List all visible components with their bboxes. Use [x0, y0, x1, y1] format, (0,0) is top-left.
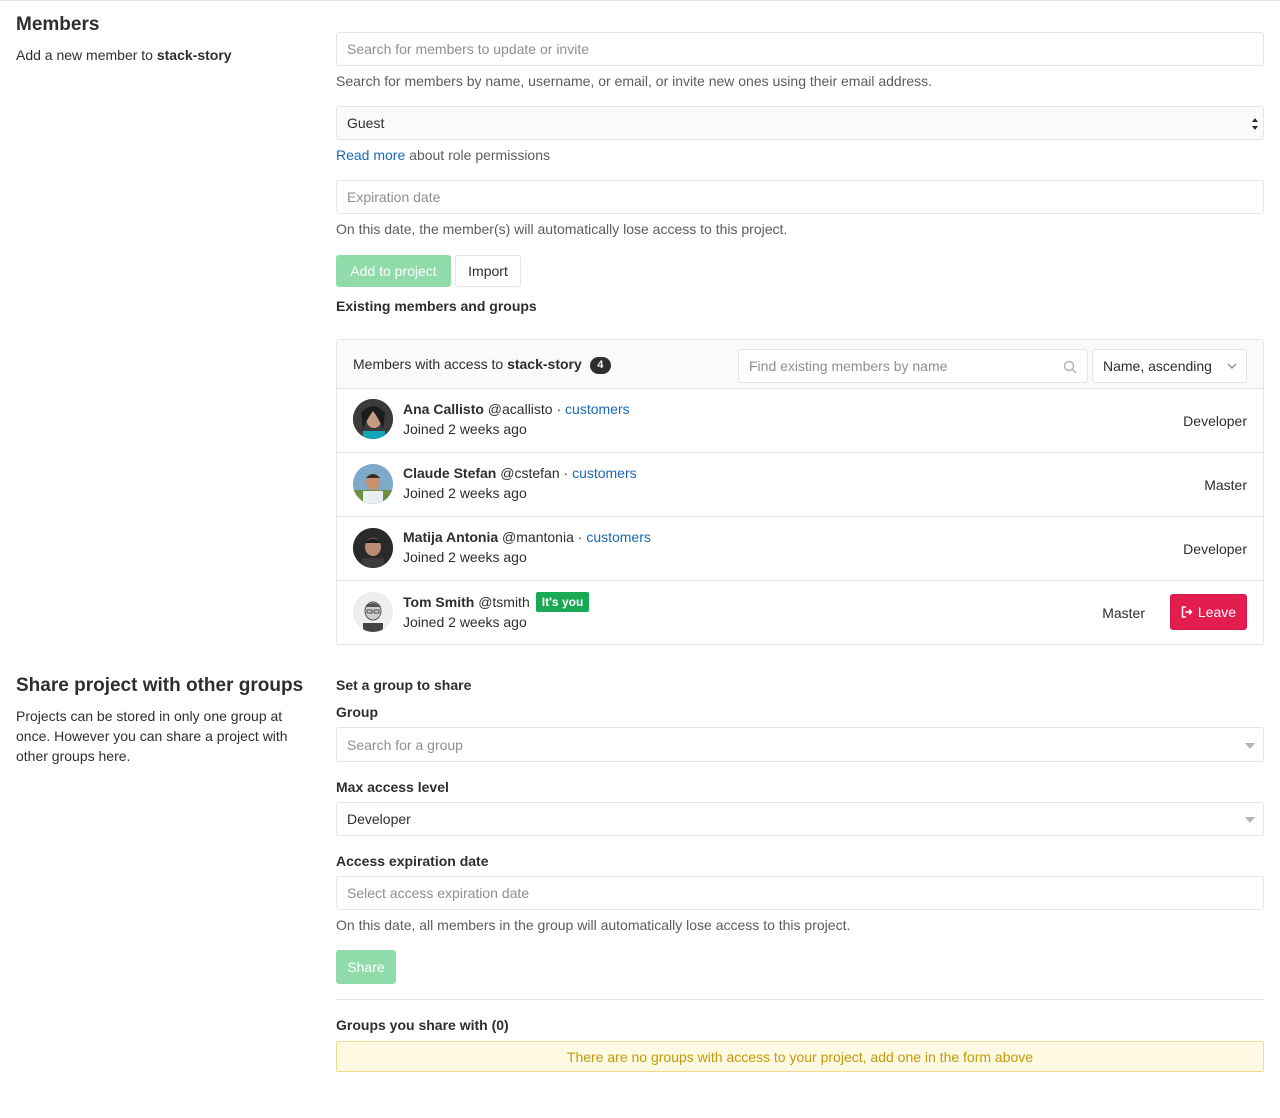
group-placeholder: Search for a group [347, 736, 463, 753]
member-username: @cstefan [500, 465, 560, 481]
member-row: Claude Stefan @cstefan · customers Joine… [337, 453, 1263, 517]
existing-members-heading: Existing members and groups [336, 298, 537, 314]
set-group-heading: Set a group to share [336, 677, 472, 693]
member-identity: Matija Antonia @mantonia · customers [403, 529, 651, 545]
panel-title-prefix: Members with access to [353, 356, 508, 372]
member-username: @acallisto [487, 401, 553, 417]
avatar [353, 528, 393, 568]
find-members-input[interactable]: Find existing members by name [738, 349, 1088, 383]
member-group-link[interactable]: customers [572, 465, 637, 481]
members-panel-header: Members with access to stack-story 4 Find… [337, 340, 1263, 389]
import-button[interactable]: Import [455, 255, 521, 287]
sign-out-icon [1181, 606, 1193, 618]
share-section-title: Share project with other groups [16, 675, 304, 696]
expiration-help: On this date, the member(s) will automat… [336, 221, 788, 237]
role-select[interactable]: Guest [336, 106, 1264, 140]
avatar [353, 399, 393, 439]
no-groups-alert: There are no groups with access to your … [336, 1041, 1264, 1072]
divider [336, 999, 1264, 1000]
sort-selected-value: Name, ascending [1103, 358, 1212, 374]
members-panel: Members with access to stack-story 4 Find… [336, 339, 1264, 645]
member-row: Ana Callisto @acallisto · customers Join… [337, 389, 1263, 453]
expiration-date-input[interactable]: Expiration date [336, 180, 1264, 214]
add-to-project-button[interactable]: Add to project [336, 255, 451, 287]
avatar-image [353, 528, 393, 568]
find-members-placeholder: Find existing members by name [749, 358, 948, 374]
avatar [353, 592, 393, 632]
access-expiration-placeholder: Select access expiration date [347, 885, 530, 901]
project-name: stack-story [156, 47, 232, 63]
group-label: Group [336, 704, 378, 720]
caret-down-icon [1245, 743, 1255, 749]
caret-down-icon [1245, 817, 1255, 823]
member-name[interactable]: Claude Stefan [403, 465, 496, 481]
member-name[interactable]: Ana Callisto [403, 401, 484, 417]
role-permissions-help: Read more about role permissions [336, 147, 550, 163]
member-group-link[interactable]: customers [565, 401, 630, 417]
member-joined: Joined 2 weeks ago [403, 421, 527, 437]
member-search-help: Search for members by name, username, or… [336, 73, 933, 89]
member-row: Matija Antonia @mantonia · customers Joi… [337, 517, 1263, 581]
its-you-badge: It's you [535, 592, 590, 612]
member-identity: Tom Smith @tsmith It's you [403, 592, 590, 612]
members-count-badge: 4 [589, 357, 611, 374]
chevron-down-icon [1227, 363, 1237, 369]
member-role: Developer [1183, 413, 1247, 429]
member-joined: Joined 2 weeks ago [403, 549, 527, 565]
no-groups-alert-text: There are no groups with access to your … [566, 1048, 1034, 1065]
member-username: @tsmith [478, 594, 530, 610]
member-role: Developer [1183, 541, 1247, 557]
member-joined: Joined 2 weeks ago [403, 485, 527, 501]
search-placeholder: Search for members to update or invite [347, 41, 590, 57]
members-section-title: Members [16, 14, 100, 35]
access-expiration-label: Access expiration date [336, 853, 489, 869]
access-expiration-help: On this date, all members in the group w… [336, 917, 851, 933]
avatar-image [353, 592, 393, 632]
member-group-link[interactable]: customers [586, 529, 651, 545]
read-more-link[interactable]: Read more [336, 147, 405, 163]
separator: · [563, 465, 569, 481]
share-button[interactable]: Share [336, 950, 396, 984]
groups-shared-heading: Groups you share with (0) [336, 1017, 509, 1033]
member-identity: Claude Stefan @cstefan · customers [403, 465, 637, 481]
max-access-selected-value: Developer [347, 811, 411, 827]
separator: · [556, 401, 562, 417]
leave-label: Leave [1197, 604, 1237, 620]
sort-dropdown[interactable]: Name, ascending [1092, 349, 1247, 383]
max-access-label: Max access level [336, 779, 449, 795]
group-search-select[interactable]: Search for a group [336, 727, 1264, 762]
leave-button[interactable]: Leave [1170, 594, 1247, 630]
role-selected-value: Guest [347, 115, 385, 131]
avatar-image [353, 464, 393, 504]
member-username: @mantonia [502, 529, 574, 545]
avatar [353, 464, 393, 504]
member-role: Master [1204, 477, 1247, 493]
member-role: Master [1102, 605, 1145, 621]
top-border [0, 0, 1280, 1]
select-arrows-icon [1252, 118, 1258, 130]
description-text: Add a new member to [16, 47, 157, 63]
member-name[interactable]: Tom Smith [403, 594, 474, 610]
max-access-select[interactable]: Developer [336, 802, 1264, 836]
members-section-description: Add a new member to stack-story [16, 45, 232, 65]
member-identity: Ana Callisto @acallisto · customers [403, 401, 630, 417]
read-more-suffix: about role permissions [405, 147, 551, 163]
member-search-input[interactable]: Search for members to update or invite [336, 32, 1264, 66]
search-icon [1063, 360, 1077, 374]
member-row: Tom Smith @tsmith It's you Joined 2 weeks… [337, 581, 1263, 644]
share-section-description: Projects can be stored in only one group… [16, 708, 288, 764]
members-panel-title: Members with access to stack-story 4 [353, 356, 611, 374]
member-joined: Joined 2 weeks ago [403, 614, 527, 630]
expiration-placeholder: Expiration date [347, 189, 441, 205]
panel-project-name: stack-story [507, 356, 582, 372]
avatar-image [353, 399, 393, 439]
access-expiration-input[interactable]: Select access expiration date [336, 876, 1264, 910]
separator: · [577, 529, 583, 545]
member-name[interactable]: Matija Antonia [403, 529, 498, 545]
